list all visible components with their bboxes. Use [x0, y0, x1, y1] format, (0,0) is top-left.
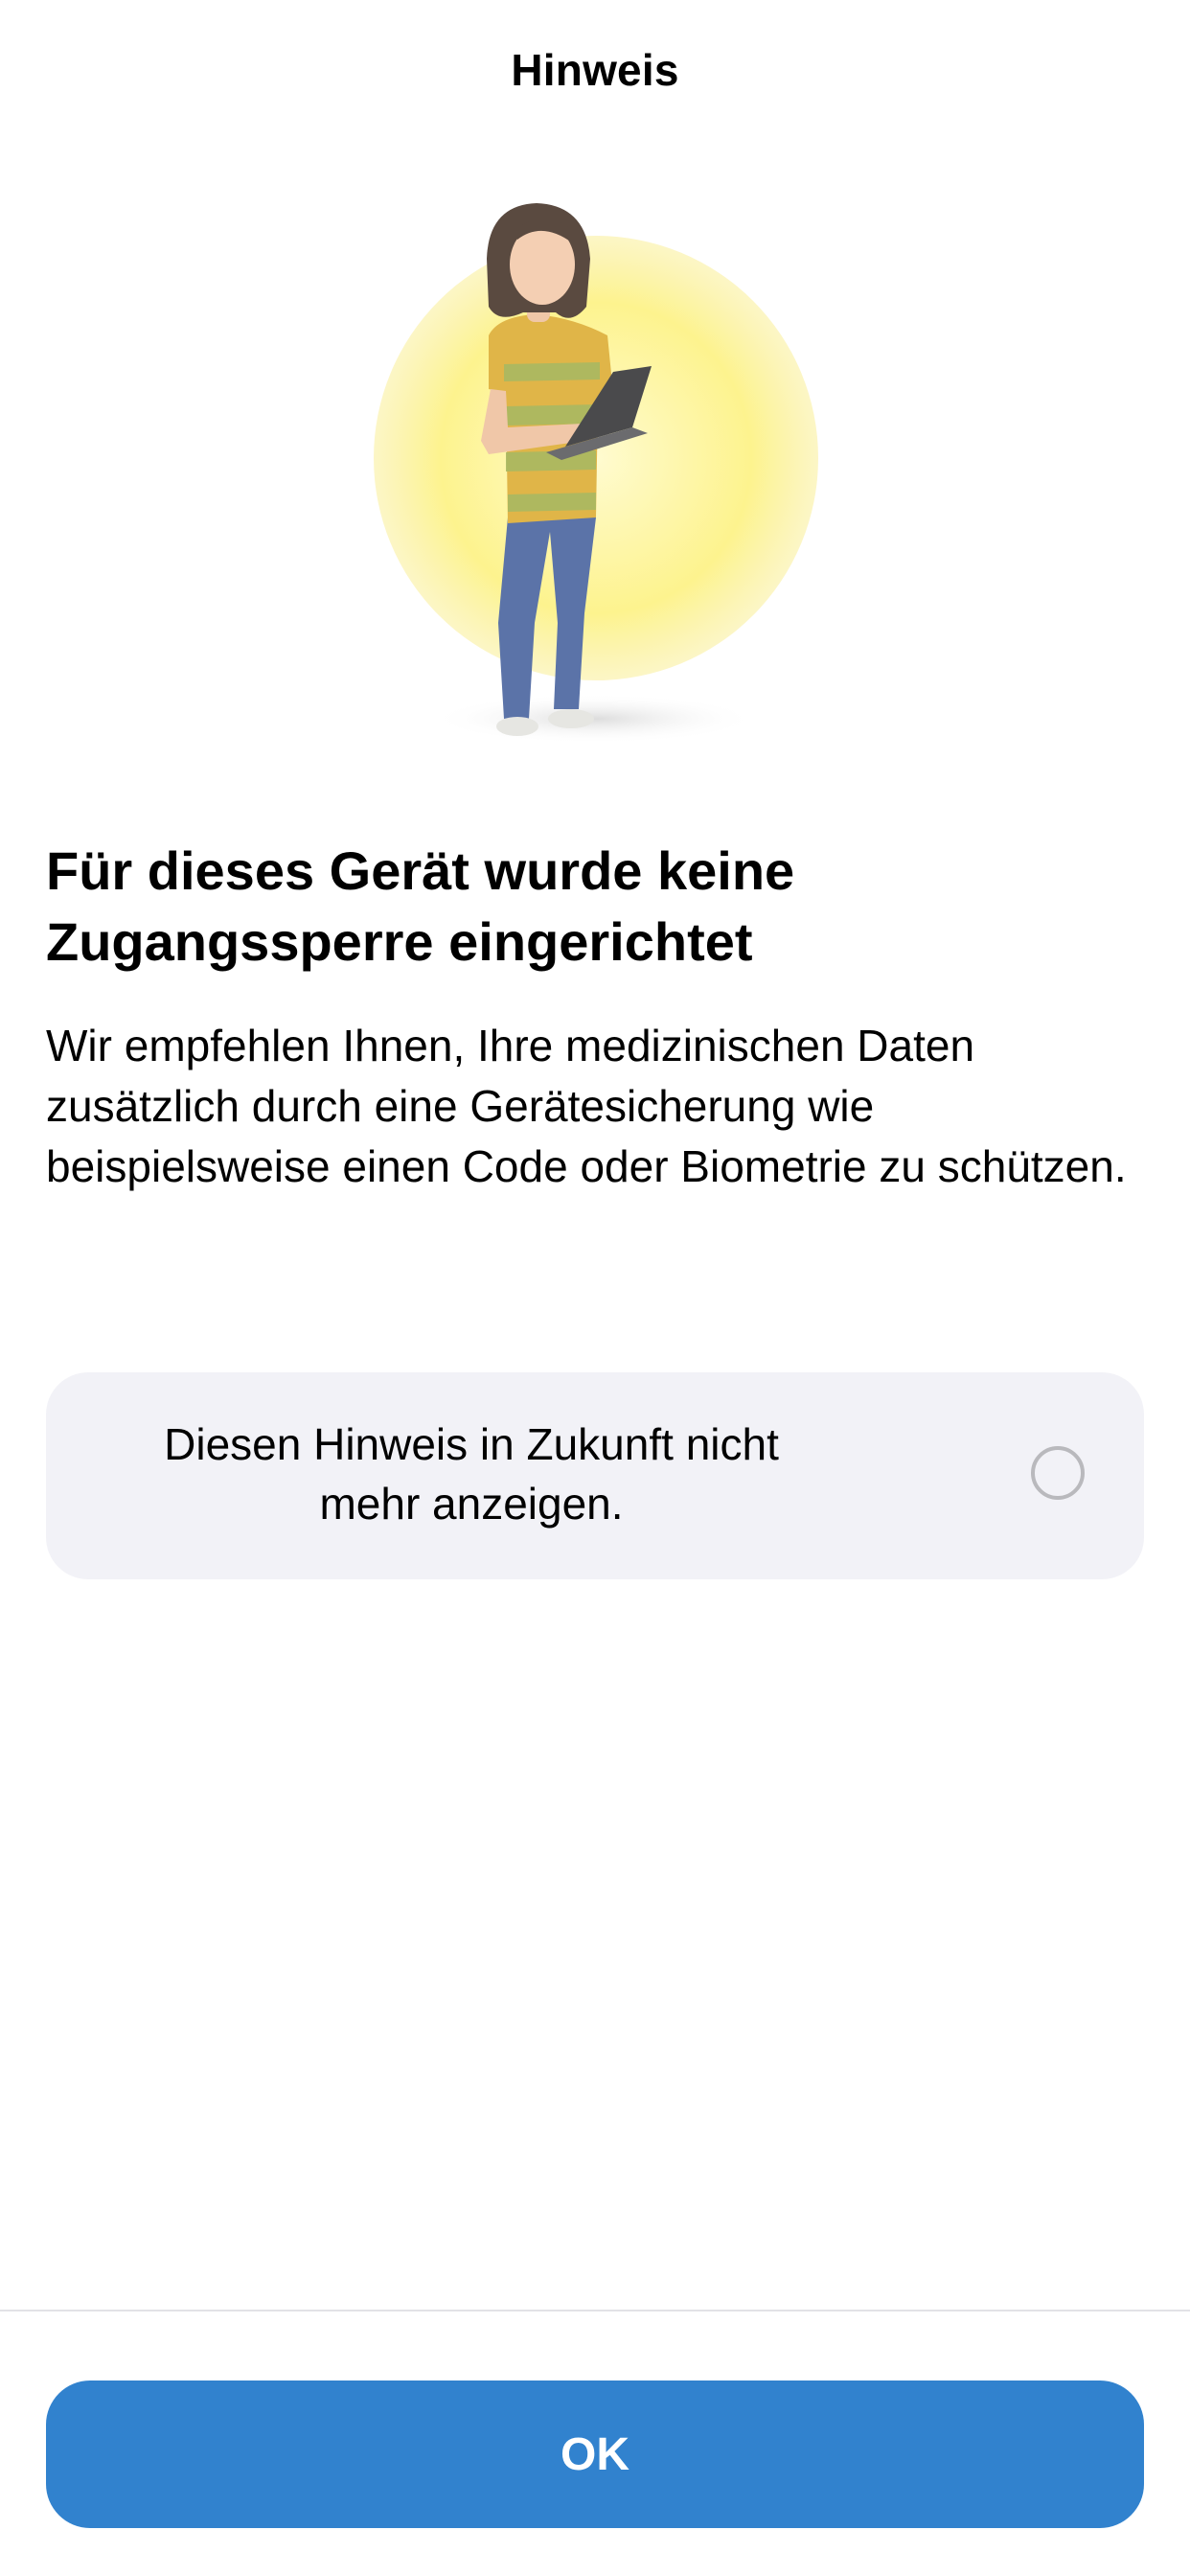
left-shoe	[496, 717, 538, 736]
dont-show-again-toggle[interactable]: Diesen Hinweis in Zukunft nicht mehr anz…	[46, 1372, 1144, 1579]
dont-show-again-label-line2: mehr anzeigen.	[319, 1479, 624, 1529]
ok-button[interactable]: OK	[46, 2380, 1144, 2528]
headline: Für dieses Gerät wurde keine Zugangssper…	[46, 840, 795, 972]
radio-circle-icon[interactable]	[1031, 1446, 1085, 1500]
footer-divider	[0, 2310, 1190, 2312]
page-title: Hinweis	[511, 45, 679, 95]
description-text: Wir empfehlen Ihnen, Ihre medizinischen …	[46, 1021, 1127, 1191]
woman-with-laptop-illustration	[374, 203, 818, 744]
dont-show-again-label-line1: Diesen Hinweis in Zukunft nicht	[164, 1419, 779, 1469]
dont-show-again-label: Diesen Hinweis in Zukunft nicht mehr anz…	[90, 1414, 853, 1533]
right-shoe	[548, 709, 594, 728]
